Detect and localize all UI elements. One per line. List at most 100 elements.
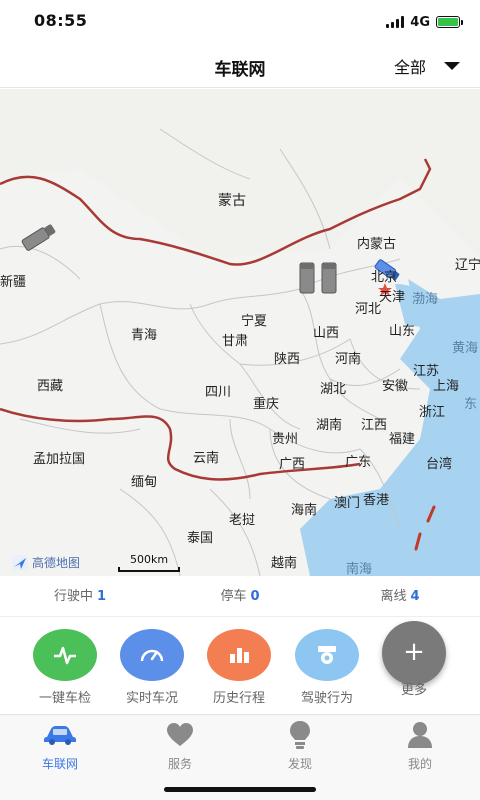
map-provider-logo: 高德地图 [12, 554, 80, 571]
vehicle-filter-dropdown[interactable]: 全部 [394, 52, 460, 80]
inspect-label: 一键车检 [38, 691, 91, 706]
status-parked[interactable]: 停车 0 [160, 578, 320, 616]
map-label: 澳门 [334, 496, 361, 511]
map-label: 东 [464, 397, 478, 412]
map-label: 湖南 [316, 418, 343, 433]
more-button[interactable]: + [382, 621, 446, 685]
map-label: 河南 [335, 352, 362, 367]
tab-service-label: 服务 [167, 757, 192, 771]
home-indicator [164, 787, 316, 792]
heart-icon [167, 723, 193, 746]
tab-carnet-label: 车联网 [41, 757, 78, 771]
map-label: 江西 [361, 418, 388, 433]
driving-behavior-button[interactable]: 驾驶行为 [285, 629, 369, 706]
nav-bar: 车联网 全部 [0, 44, 480, 88]
trip-history-button[interactable]: 历史行程 [197, 629, 281, 706]
map-label: 北京 [371, 270, 398, 285]
status-bar: 08:55 4G [0, 0, 480, 44]
one-click-inspect-button[interactable]: 一键车检 [23, 629, 107, 706]
map-scale-bar: 500km [118, 553, 180, 572]
tab-discover-label: 发现 [287, 757, 312, 771]
status-moving[interactable]: 行驶中 1 [0, 578, 160, 616]
map-label: 青海 [131, 328, 158, 343]
vehicle-marker[interactable] [298, 261, 316, 299]
map-label: 河北 [355, 302, 382, 317]
history-label: 历史行程 [212, 691, 265, 706]
map-label: 浙江 [419, 405, 446, 420]
network-type: 4G [410, 14, 430, 30]
map-label: 内蒙古 [357, 237, 397, 252]
map-label: 安徽 [382, 379, 409, 394]
status-offline-count: 4 [410, 589, 420, 604]
map-label: 上海 [433, 379, 460, 394]
vehicle-status-summary: 行驶中 1 停车 0 离线 4 [0, 578, 480, 616]
map-label: 香港 [363, 493, 390, 508]
history-circle [207, 629, 271, 681]
map-label: 湖北 [320, 382, 347, 397]
map-label: 江苏 [413, 364, 440, 379]
signal-icon [386, 16, 405, 28]
quick-actions: 一键车检 实时车况 历史行程 驾驶行为 + 更多 [0, 616, 480, 714]
tab-discover[interactable]: 发现 [240, 719, 360, 772]
map-label: 广西 [279, 457, 306, 472]
map-label: 陕西 [274, 352, 301, 367]
status-moving-count: 1 [96, 589, 107, 604]
pulse-icon [54, 646, 76, 665]
map-label: 福建 [389, 432, 416, 447]
map-label: 渤海 [412, 292, 439, 307]
bar-chart-icon [230, 648, 249, 663]
status-parked-count: 0 [250, 589, 260, 604]
map-label: 黄海 [452, 341, 479, 356]
camera-icon [318, 646, 336, 664]
map-label: 宁夏 [241, 314, 268, 329]
map-logo-text: 高德地图 [32, 556, 81, 570]
map-label: 四川 [205, 385, 232, 400]
map-label: 南海 [346, 562, 373, 576]
map-label: 台湾 [426, 457, 453, 472]
map-label: 海南 [291, 503, 318, 518]
tab-mine-label: 我的 [407, 757, 432, 771]
chevron-down-icon [444, 62, 460, 70]
behavior-circle [295, 629, 359, 681]
realtime-label: 实时车况 [125, 691, 178, 706]
status-parked-label: 停车 [220, 589, 247, 604]
map-label: 缅甸 [131, 475, 158, 490]
map-label: 甘肃 [222, 334, 249, 349]
behavior-label: 驾驶行为 [300, 691, 353, 706]
amap-logo-icon [12, 554, 28, 571]
map-label: 辽宁 [455, 258, 480, 273]
map-label: 新疆 [0, 275, 27, 290]
status-offline-label: 离线 [380, 589, 407, 604]
vehicle-marker[interactable] [18, 221, 60, 257]
more-label: 更多 [400, 683, 427, 698]
tab-mine[interactable]: 我的 [360, 719, 480, 772]
map-label: 蒙古 [218, 193, 246, 209]
map-label: 孟加拉国 [33, 452, 86, 467]
scale-text: 500km [129, 553, 169, 566]
map-label: 天津 [379, 290, 406, 305]
status-time: 08:55 [34, 11, 88, 30]
status-indicators: 4G [386, 13, 463, 31]
tab-service[interactable]: 服务 [120, 719, 240, 772]
map-label: 泰国 [187, 531, 214, 546]
status-offline[interactable]: 离线 4 [320, 578, 480, 616]
lightbulb-icon [290, 721, 310, 749]
map-label: 山东 [389, 324, 416, 339]
gauge-icon [140, 649, 164, 662]
map-view[interactable]: 蒙古 内蒙古 新疆 北京 天津 辽宁 河北 渤海 宁夏 青海 甘肃 山西 山东 … [0, 89, 480, 576]
filter-label: 全部 [393, 58, 426, 77]
person-icon [408, 722, 432, 748]
map-label: 老挝 [229, 513, 256, 528]
map-label: 广东 [345, 455, 372, 470]
map-label: 越南 [271, 556, 298, 571]
tab-carnet[interactable]: 车联网 [0, 719, 120, 772]
realtime-status-button[interactable]: 实时车况 [110, 629, 194, 706]
inspect-circle [33, 629, 97, 681]
map-label: 云南 [193, 451, 220, 466]
map-label: 重庆 [253, 397, 280, 412]
vehicle-marker[interactable] [320, 261, 338, 299]
battery-icon [436, 16, 463, 28]
map-label: 贵州 [272, 432, 299, 447]
map-label: 山西 [313, 326, 340, 341]
realtime-circle [120, 629, 184, 681]
